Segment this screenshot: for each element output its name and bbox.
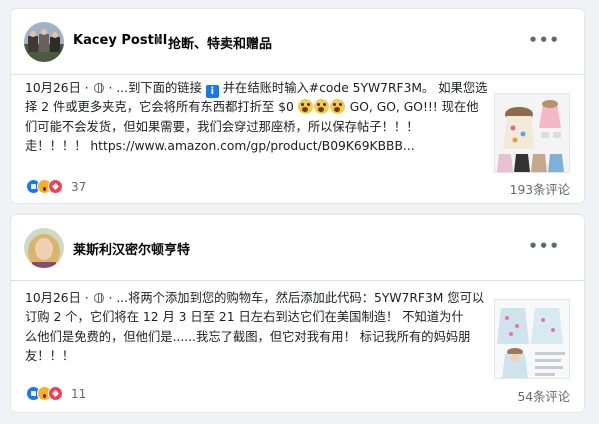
post-body: 10月26日 · · ...到下面的链接 i 并在结账时输入#code 5YW7… xyxy=(25,79,493,156)
info-icon: i xyxy=(205,85,219,98)
author-name[interactable]: 莱斯利汉密尔顿亨特 xyxy=(73,239,190,258)
scream-emoji-icon xyxy=(329,99,345,115)
scream-emoji-icon xyxy=(297,99,313,115)
post-image-thumbnail[interactable] xyxy=(494,299,570,379)
reaction-count: 11 xyxy=(71,387,87,401)
post-line: 10月26日 · · ...到下面的链接 i 并在结账时输入#code 5YW7… xyxy=(25,81,488,98)
post-date[interactable]: 10月26日 xyxy=(25,81,81,95)
post-text-segment: 择 2 件或更多夹克，它会将所有东西都打折至 $0 xyxy=(25,100,294,115)
post-card: Kacey Postill 抢断、特卖和赠品 ••• 10月26日 · · ..… xyxy=(10,8,585,204)
reaction-count: 37 xyxy=(71,180,87,194)
post-text-segment: ...将两个添加到您的购物车，然后添加此代码：5YW7RF3M 您可以 xyxy=(116,291,485,305)
post-line: 10月26日 · · ...将两个添加到您的购物车，然后添加此代码：5YW7RF… xyxy=(25,291,485,305)
author-avatar[interactable] xyxy=(24,228,64,268)
divider xyxy=(11,74,584,75)
love-reaction-icon xyxy=(48,386,63,401)
author-name[interactable]: Kacey Postill xyxy=(73,33,167,48)
post-line: 友！！！ xyxy=(25,348,75,363)
globe-icon xyxy=(93,293,104,303)
love-reaction-icon xyxy=(48,179,63,194)
post-text-segment: GO, GO, GO!!! 现在他 xyxy=(349,100,479,115)
post-image-thumbnail[interactable] xyxy=(494,93,570,173)
divider xyxy=(11,280,584,281)
post-line: 订购 2 个，它们将在 12 月 3 日至 21 日左右到达它们在美国制造！ 不… xyxy=(25,310,464,325)
post-line-link[interactable]: 走！！！！ https://www.amazon.com/gp/product/… xyxy=(25,137,493,156)
post-line: 择 2 件或更多夹克，它会将所有东西都打折至 $0 GO, GO, GO!!! … xyxy=(25,98,493,117)
scream-emoji-icon xyxy=(313,99,329,115)
globe-icon xyxy=(93,83,104,93)
post-header: 莱斯利汉密尔顿亨特 ••• xyxy=(11,215,584,279)
caret-right-icon xyxy=(156,35,162,45)
post-line: 们可能不会发货，但如果需要，我们会穿过那座桥，所以保存帖子！！！ xyxy=(25,119,419,134)
post-date[interactable]: 10月26日 xyxy=(25,291,81,305)
post-body: 10月26日 · · ...将两个添加到您的购物车，然后添加此代码：5YW7RF… xyxy=(25,289,493,366)
author-avatar[interactable] xyxy=(24,22,64,62)
post-text-segment: ...到下面的链接 xyxy=(116,81,202,95)
comment-count-link[interactable]: 193条评论 xyxy=(510,180,570,198)
group-name[interactable]: 抢断、特卖和赠品 xyxy=(168,33,272,52)
more-options-button[interactable]: ••• xyxy=(528,31,560,49)
comment-count-link[interactable]: 54条评论 xyxy=(517,387,570,405)
post-header: Kacey Postill 抢断、特卖和赠品 ••• xyxy=(11,9,584,73)
more-options-button[interactable]: ••• xyxy=(528,237,560,255)
post-text-segment: 并在结账时输入#code 5YW7RF3M。 如果您选 xyxy=(222,81,488,95)
post-card: 莱斯利汉密尔顿亨特 ••• 10月26日 · · ...将两个添加到您的购物车，… xyxy=(10,214,585,413)
post-line: 么他们是免费的，但他们是......我忘了截图，但它对我有用！ 标记我所有的妈妈… xyxy=(25,329,471,344)
